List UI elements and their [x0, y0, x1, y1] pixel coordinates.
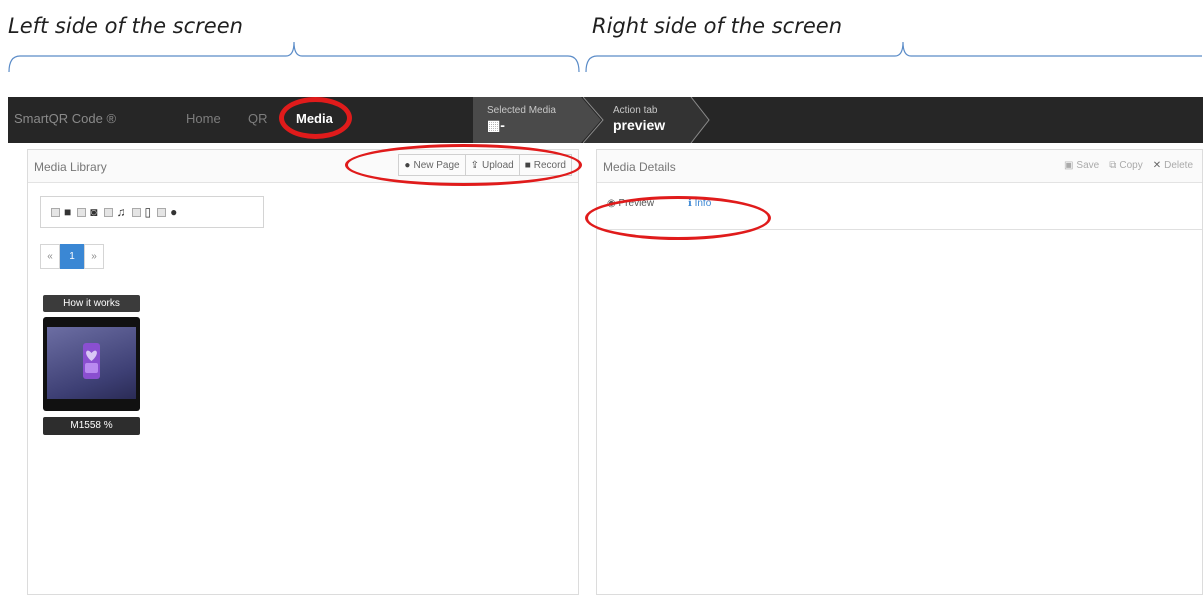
- top-navbar: SmartQR Code ® Home QR Media Selected Me…: [8, 97, 1203, 143]
- media-item-title[interactable]: How it works: [43, 295, 140, 312]
- thumbnail-image: [47, 327, 136, 399]
- globe-icon: ●: [170, 205, 178, 219]
- pagination-prev[interactable]: «: [40, 244, 60, 269]
- filter-photo-checkbox[interactable]: [77, 207, 87, 217]
- link-icon: %: [103, 420, 113, 431]
- media-item-id[interactable]: M1558 %: [43, 417, 140, 435]
- filter-web-checkbox[interactable]: [157, 207, 167, 217]
- media-library-title: Media Library: [34, 160, 107, 174]
- brand-logo[interactable]: SmartQR Code ®: [14, 111, 116, 126]
- step-divider: [583, 97, 710, 143]
- details-actions: ▣ Save ⧉ Copy ✕ Delete: [1059, 154, 1198, 176]
- highlight-media-nav: [279, 97, 352, 139]
- music-icon: ♫: [116, 205, 126, 219]
- filter-video-checkbox[interactable]: [51, 207, 60, 217]
- delete-button[interactable]: ✕ Delete: [1148, 154, 1198, 176]
- right-brace: [585, 41, 1202, 73]
- filter-audio-checkbox[interactable]: [103, 207, 113, 217]
- file-icon: ▯: [144, 205, 152, 219]
- media-item-thumbnail[interactable]: [43, 317, 140, 411]
- phone-graphic: [83, 343, 100, 379]
- copy-icon: ⧉: [1109, 159, 1117, 171]
- filter-file-checkbox[interactable]: [131, 207, 141, 217]
- nav-home[interactable]: Home: [186, 111, 221, 126]
- save-icon: ▣: [1063, 159, 1074, 171]
- highlight-library-actions: [345, 144, 582, 186]
- nav-qr[interactable]: QR: [248, 111, 268, 126]
- save-button[interactable]: ▣ Save: [1059, 154, 1104, 176]
- camera-icon: ◙: [90, 205, 98, 219]
- highlight-details-tabs: [585, 196, 771, 240]
- media-details-header: Media Details ▣ Save ⧉ Copy ✕ Delete: [597, 150, 1202, 183]
- pagination-next[interactable]: »: [84, 244, 104, 269]
- pagination: « 1 »: [40, 244, 104, 269]
- film-icon: ▦: [487, 117, 501, 133]
- media-details-title: Media Details: [603, 160, 676, 174]
- copy-button[interactable]: ⧉ Copy: [1104, 154, 1148, 176]
- media-library-panel: Media Library ● New Page ⇪ Upload ■ Reco…: [27, 149, 579, 595]
- video-icon: ■: [64, 205, 72, 219]
- pagination-page-1[interactable]: 1: [60, 244, 84, 269]
- left-brace: [8, 41, 580, 73]
- close-icon: ✕: [1152, 159, 1162, 171]
- media-type-filter: ■ ◙ ♫ ▯ ●: [40, 196, 264, 228]
